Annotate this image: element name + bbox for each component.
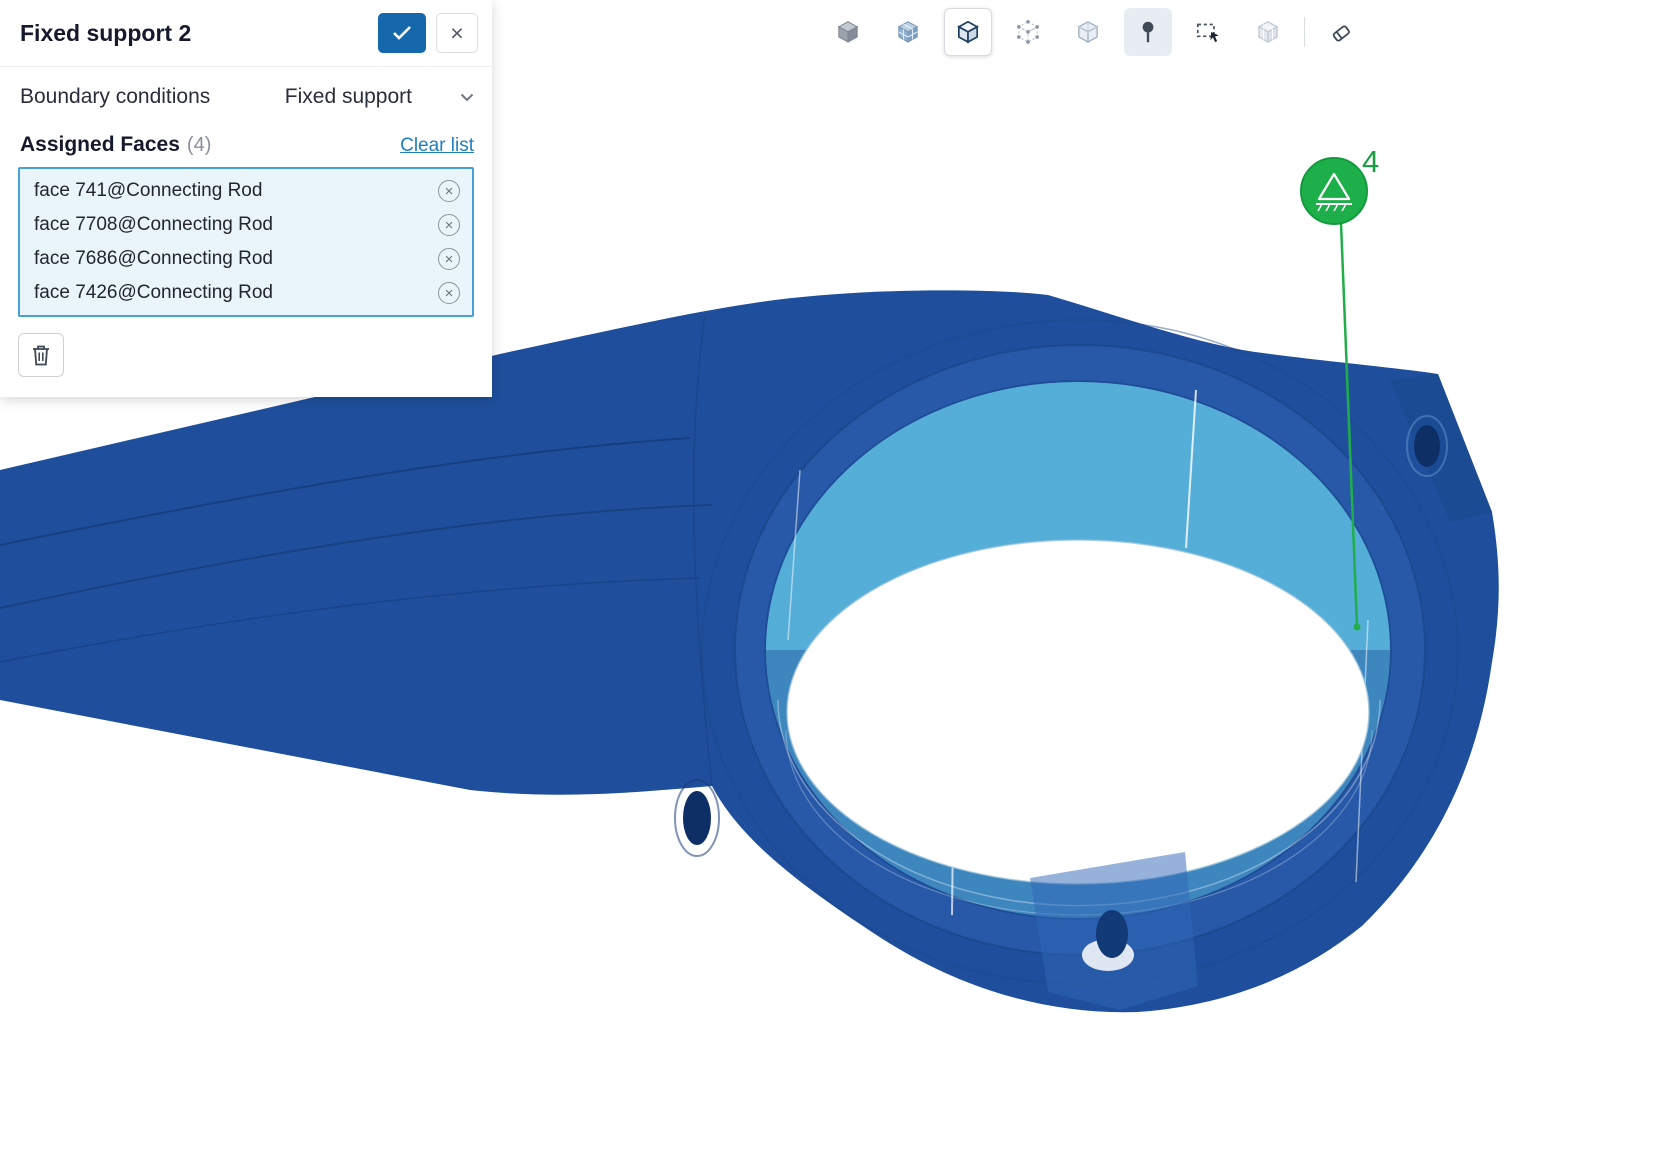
transparent-view-button[interactable]: [1064, 8, 1112, 56]
transparent-cube-icon: [1074, 18, 1102, 46]
bore-hole: [787, 540, 1369, 884]
mesh-display-toggle-button[interactable]: [1244, 8, 1292, 56]
bottom-lug-hole: [1096, 910, 1128, 958]
shaded-mesh-cube-icon: [894, 18, 922, 46]
delete-button[interactable]: [18, 333, 64, 377]
section-sweep-tool-button[interactable]: [1317, 8, 1365, 56]
annotation-anchor-dot: [1354, 624, 1361, 631]
boundary-type-select[interactable]: Fixed support: [285, 85, 474, 109]
face-list-item[interactable]: face 7686@Connecting Rod ×: [20, 242, 472, 276]
face-item-label: face 741@Connecting Rod: [34, 180, 438, 202]
remove-face-icon: ×: [445, 184, 454, 199]
top-right-hole: [1414, 425, 1440, 467]
boundary-condition-panel: Fixed support 2 × Boundary conditions Fi…: [0, 0, 492, 397]
face-list-item[interactable]: face 7426@Connecting Rod ×: [20, 276, 472, 310]
face-list-item[interactable]: face 7708@Connecting Rod ×: [20, 208, 472, 242]
section-sweep-icon: [1327, 18, 1355, 46]
check-icon: [392, 25, 412, 41]
assigned-faces-header: Assigned Faces (4) Clear list: [0, 115, 492, 167]
boundary-condition-row: Boundary conditions Fixed support: [0, 67, 492, 115]
remove-face-button[interactable]: ×: [438, 214, 460, 236]
remove-face-icon: ×: [445, 286, 454, 301]
clear-list-link[interactable]: Clear list: [400, 135, 474, 157]
shaded-edges-view-button[interactable]: [944, 8, 992, 56]
shaded-edges-cube-icon: [954, 18, 982, 46]
solid-cube-view-button[interactable]: [824, 8, 872, 56]
apply-button[interactable]: [378, 13, 426, 53]
mesh-cube-faded-icon: [1254, 18, 1282, 46]
panel-footer: [0, 317, 492, 397]
panel-title: Fixed support 2: [20, 20, 368, 47]
face-item-label: face 7708@Connecting Rod: [34, 214, 438, 236]
left-bolt-hole: [683, 791, 711, 845]
remove-face-icon: ×: [445, 218, 454, 233]
bottom-lug: [1030, 852, 1198, 1010]
view-toolbar: [824, 8, 1365, 56]
solid-cube-icon: [834, 18, 862, 46]
chevron-down-icon: [460, 93, 474, 102]
box-select-tool-button[interactable]: [1184, 8, 1232, 56]
trash-icon: [30, 343, 52, 367]
face-item-label: face 7686@Connecting Rod: [34, 248, 438, 270]
assigned-faces-count: (4): [187, 134, 400, 157]
face-list-item[interactable]: face 741@Connecting Rod ×: [20, 174, 472, 208]
panel-header: Fixed support 2 ×: [0, 0, 492, 67]
boundary-type-value: Fixed support: [285, 85, 412, 109]
probe-point-tool-button[interactable]: [1124, 8, 1172, 56]
close-icon: ×: [450, 22, 463, 45]
remove-face-button[interactable]: ×: [438, 248, 460, 270]
remove-face-button[interactable]: ×: [438, 180, 460, 202]
assigned-faces-label: Assigned Faces: [20, 133, 180, 157]
node-lattice-icon: [1014, 18, 1042, 46]
box-select-icon: [1194, 18, 1222, 46]
annotation-count-label: 4: [1362, 144, 1379, 180]
remove-face-icon: ×: [445, 252, 454, 267]
assigned-faces-list: face 741@Connecting Rod × face 7708@Conn…: [18, 167, 474, 317]
node-lattice-view-button[interactable]: [1004, 8, 1052, 56]
remove-face-button[interactable]: ×: [438, 282, 460, 304]
toolbar-divider: [1304, 17, 1305, 47]
boundary-conditions-label: Boundary conditions: [20, 85, 210, 109]
shaded-mesh-view-button[interactable]: [884, 8, 932, 56]
annotation-pin-circle: [1301, 158, 1367, 224]
close-button[interactable]: ×: [436, 13, 478, 53]
probe-pin-icon: [1134, 18, 1162, 46]
face-item-label: face 7426@Connecting Rod: [34, 282, 438, 304]
